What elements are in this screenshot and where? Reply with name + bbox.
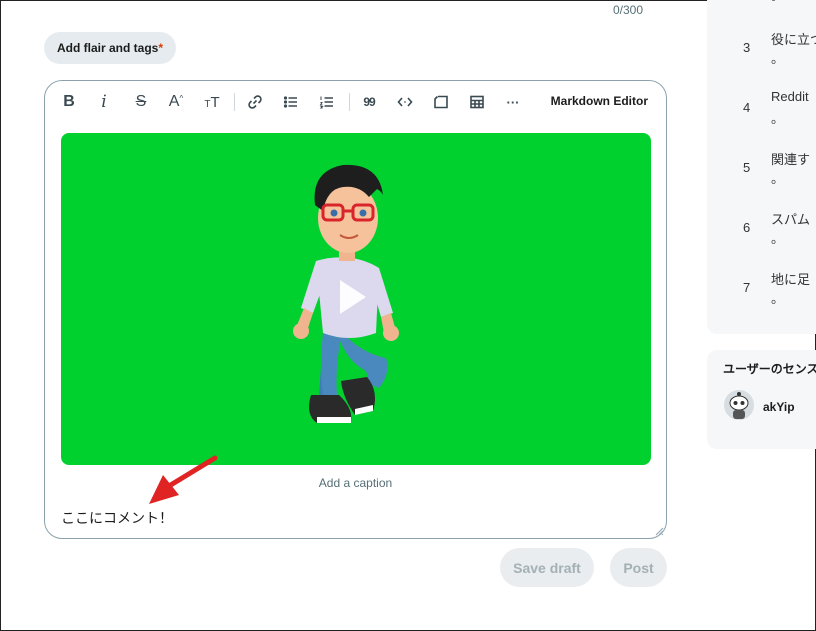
rule-text-end: 。 <box>771 291 785 306</box>
bold-button[interactable]: B <box>57 89 81 115</box>
rule-text-end: 。 <box>771 51 785 66</box>
superscript-button[interactable]: A ^ <box>164 89 188 115</box>
toolbar-divider <box>234 93 235 111</box>
more-options-button[interactable]: ··· <box>501 89 525 115</box>
rule-item[interactable]: 4 Reddit 。 <box>707 89 816 149</box>
heading-label: T <box>210 93 220 111</box>
add-flair-label: Add flair and tags <box>57 41 159 55</box>
markdown-editor-toggle[interactable]: Markdown Editor <box>551 94 648 108</box>
rule-text: 関連す <box>771 152 811 167</box>
rule-text: Reddit <box>771 89 809 104</box>
user-sense-widget: ユーザーのセンス akYip <box>707 350 816 449</box>
rule-number: 7 <box>743 280 751 295</box>
rule-item[interactable]: 3 役に立つ 。 <box>707 29 816 89</box>
post-body-editor[interactable]: B i S A ^ TT 99 ··· Markdown Editor Add … <box>44 80 667 539</box>
rule-item[interactable]: 5 関連す 。 <box>707 149 816 209</box>
rule-item[interactable]: 6 スパム 。 <box>707 209 816 269</box>
resize-handle-icon[interactable] <box>655 527 664 536</box>
heading-button[interactable]: TT <box>200 89 224 115</box>
rule-number: 3 <box>743 40 751 55</box>
rule-text-end: 。 <box>771 111 785 126</box>
video-preview[interactable] <box>61 133 651 465</box>
username[interactable]: akYip <box>763 400 795 414</box>
snoo-avatar-icon <box>724 390 754 420</box>
table-icon[interactable] <box>465 89 489 115</box>
rule-text-end: 。 <box>771 171 785 186</box>
save-draft-button[interactable]: Save draft <box>500 548 594 587</box>
rule-number: 6 <box>743 220 751 235</box>
community-rules-panel: 。 3 役に立つ 。 4 Reddit 。 5 関連す 。 6 スパム 。 7 … <box>707 0 816 334</box>
strikethrough-button[interactable]: S <box>129 89 153 115</box>
bullet-list-icon[interactable] <box>279 89 303 115</box>
rule-text: 地に足 <box>771 272 811 287</box>
post-button[interactable]: Post <box>610 548 667 587</box>
rule-number: 5 <box>743 160 751 175</box>
avatar[interactable] <box>724 390 754 420</box>
code-block-icon[interactable] <box>429 89 453 115</box>
rule-text-end: 。 <box>771 231 785 246</box>
rule-text: 役に立つ <box>771 32 816 47</box>
toolbar-divider <box>349 93 350 111</box>
rule-text: スパム <box>771 212 811 227</box>
widget-title: ユーザーのセンス <box>723 362 816 376</box>
quote-button[interactable]: 99 <box>357 89 381 115</box>
required-mark: * <box>158 41 164 55</box>
play-icon[interactable] <box>340 280 366 314</box>
caption-input[interactable]: Add a caption <box>45 476 666 490</box>
formatting-toolbar: B i S A ^ TT 99 ··· Markdown Editor <box>45 89 666 115</box>
title-char-counter: 0/300 <box>613 3 644 17</box>
superscript-label: A <box>168 93 180 110</box>
code-icon[interactable] <box>393 89 417 115</box>
rule-text-end: 。 <box>771 0 784 4</box>
rule-item[interactable]: 7 地に足 。 <box>707 269 816 329</box>
comment-text[interactable]: ここにコメント！ <box>61 508 173 528</box>
italic-button[interactable]: i <box>92 89 116 115</box>
red-arrow-annotation <box>149 455 218 504</box>
link-icon[interactable] <box>243 89 267 115</box>
numbered-list-icon[interactable] <box>315 89 339 115</box>
add-flair-button[interactable]: Add flair and tags * <box>44 32 177 64</box>
rule-number: 4 <box>743 100 751 115</box>
